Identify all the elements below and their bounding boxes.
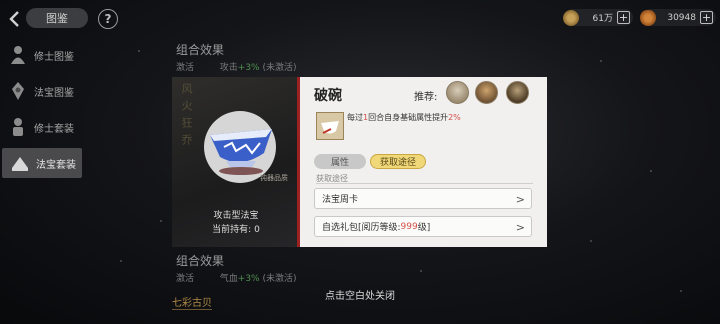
recommended-hero-avatar[interactable] [475, 81, 498, 104]
combo-effect-row-1: 激活 攻击+3% (未激活) [176, 63, 297, 73]
sidebar-item-cultivator-codex[interactable]: 修士图鉴 [0, 40, 84, 70]
chevron-right-icon: > [515, 193, 525, 206]
sidebar-item-treasure-set[interactable]: 法宝套装 [2, 148, 82, 178]
copper-coin-counter: 61万 + [563, 9, 633, 26]
recommended-hero-avatar[interactable] [506, 81, 529, 104]
owned-count: 当前持有: 0 [212, 225, 260, 235]
gourd-counter: 30948 + [640, 9, 716, 26]
broken-bowl-icon [210, 129, 272, 175]
treasure-card: 风火狂乔 钝器品质 攻击型法宝 当前持有: 0 [172, 77, 300, 247]
combo-effect-row-2: 激活 气血+3% (未激活) [176, 274, 297, 284]
add-gourd-button[interactable]: + [700, 11, 713, 24]
cultivator-icon [6, 43, 30, 67]
add-coin-button[interactable]: + [617, 11, 630, 24]
recommend-label: 推荐: [414, 92, 438, 103]
treasure-icon [6, 79, 30, 103]
tab-acquire-source[interactable]: 获取途径 [370, 154, 426, 169]
gourd-icon [640, 9, 656, 26]
page-title: 图鉴 [26, 8, 88, 28]
help-button[interactable]: ? [98, 9, 118, 29]
treasure-name: 破碗 [314, 88, 342, 104]
sidebar-item-cultivator-set[interactable]: 修士套装 [0, 112, 84, 142]
treasure-type: 攻击型法宝 [213, 211, 259, 221]
combo-effect-title-1: 组合效果 [176, 43, 225, 57]
divider [316, 183, 533, 184]
skill-description: 每过1回合自身基础属性提升2% [347, 113, 461, 122]
treasure-set-icon [8, 151, 32, 175]
treasure-detail-modal: 风火狂乔 钝器品质 攻击型法宝 当前持有: 0 破碗 推荐: 每过1回合自身基础… [172, 77, 547, 247]
copper-coin-icon [563, 9, 579, 26]
tab-attributes[interactable]: 属性 [314, 154, 366, 169]
close-hint[interactable]: 点击空白处关闭 [0, 287, 720, 302]
back-button[interactable] [4, 8, 24, 30]
combo-effect-title-2: 组合效果 [176, 254, 225, 268]
treasure-info-panel: 破碗 推荐: 每过1回合自身基础属性提升2% 属性 获取途径 获取途径 法宝周卡… [300, 77, 547, 247]
source-weekly-card[interactable]: 法宝周卡 > [314, 188, 532, 209]
chevron-left-icon [9, 11, 19, 27]
chevron-right-icon: > [515, 221, 525, 234]
sidebar-item-treasure-codex[interactable]: 法宝图鉴 [0, 76, 84, 106]
sidebar: 修士图鉴 法宝图鉴 修士套装 法宝套装 [0, 40, 84, 184]
cultivator-set-icon [6, 115, 30, 139]
recommended-hero-avatar[interactable] [446, 81, 469, 104]
skill-icon [316, 112, 344, 140]
source-select-pack[interactable]: 自选礼包[阅历等级: 999 级] > [314, 216, 532, 237]
